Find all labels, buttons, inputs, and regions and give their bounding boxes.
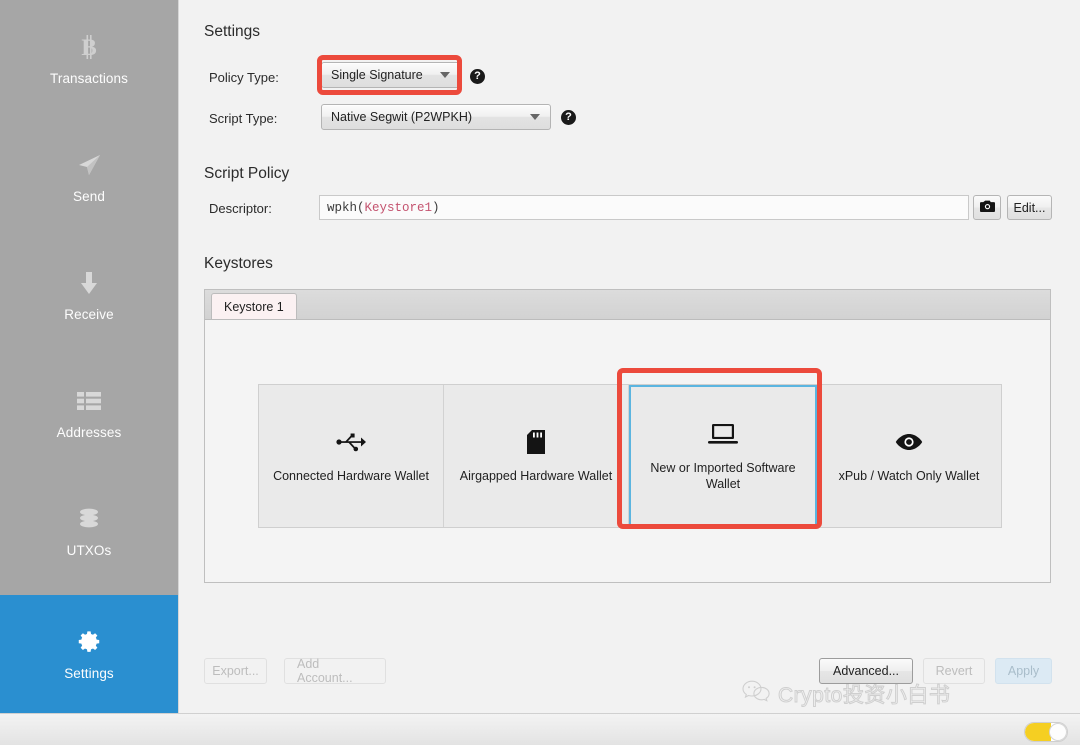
sidebar-item-settings[interactable]: Settings — [0, 595, 178, 713]
sidebar-item-label: Send — [73, 188, 105, 204]
policy-type-label: Policy Type: — [209, 70, 279, 85]
script-type-label: Script Type: — [209, 111, 278, 126]
sidebar-item-addresses[interactable]: Addresses — [0, 354, 178, 472]
sdcard-icon — [527, 427, 545, 457]
page-title: Settings — [204, 23, 261, 40]
script-type-help-icon[interactable]: ? — [561, 110, 576, 125]
bitcoin-icon: B — [75, 33, 103, 61]
card-airgapped-hardware-wallet[interactable]: Airgapped Hardware Wallet — [444, 385, 629, 527]
toggle-track-on — [1025, 723, 1051, 741]
descriptor-input[interactable]: wpkh(Keystore1) — [319, 195, 969, 220]
status-bar — [0, 713, 1080, 745]
app-window: B Transactions Send Receive Addresses UT… — [0, 0, 1080, 745]
descriptor-edit-button[interactable]: Edit... — [1007, 195, 1052, 220]
policy-type-help-icon[interactable]: ? — [470, 69, 485, 84]
descriptor-suffix: ) — [432, 200, 440, 215]
svg-text:B: B — [81, 35, 96, 60]
sidebar: B Transactions Send Receive Addresses UT… — [0, 0, 178, 713]
policy-type-dropdown[interactable]: Single Signature — [321, 62, 461, 88]
descriptor-prefix: wpkh( — [327, 200, 365, 215]
laptop-icon — [707, 419, 739, 449]
card-label: xPub / Watch Only Wallet — [838, 469, 980, 484]
descriptor-label: Descriptor: — [209, 201, 272, 216]
sidebar-item-label: Transactions — [50, 70, 128, 86]
gear-icon — [75, 628, 103, 656]
card-label: New or Imported Software Wallet — [650, 461, 796, 491]
sidebar-item-label: UTXOs — [66, 542, 112, 558]
receive-icon — [75, 269, 103, 297]
chevron-down-icon — [440, 72, 450, 78]
sidebar-item-label: Receive — [64, 306, 114, 322]
main-content: Settings Policy Type: Single Signature ?… — [178, 0, 1080, 713]
keystores-panel: Keystore 1 Connected Hardware Wallet Air… — [204, 289, 1051, 583]
sidebar-item-label: Addresses — [56, 424, 122, 440]
script-type-dropdown[interactable]: Native Segwit (P2WPKH) — [321, 104, 551, 130]
theme-toggle[interactable] — [1024, 722, 1068, 742]
tab-label: Keystore 1 — [224, 299, 284, 314]
card-new-or-imported-software-wallet[interactable]: New or Imported Software Wallet — [629, 385, 817, 527]
sidebar-item-send[interactable]: Send — [0, 118, 178, 236]
export-button[interactable]: Export... — [204, 658, 267, 684]
camera-icon — [979, 200, 995, 215]
usb-icon — [336, 427, 366, 457]
descriptor-camera-button[interactable] — [973, 195, 1001, 220]
add-account-button[interactable]: Add Account... — [284, 657, 386, 685]
send-icon — [75, 151, 103, 179]
card-connected-hardware-wallet[interactable]: Connected Hardware Wallet — [259, 385, 444, 527]
descriptor-key: Keystore1 — [364, 200, 433, 215]
apply-button[interactable]: Apply — [995, 658, 1052, 684]
tab-keystore-1[interactable]: Keystore 1 — [211, 293, 297, 319]
wallet-type-card-row: Connected Hardware Wallet Airgapped Hard… — [258, 384, 1002, 528]
card-label: Airgapped Hardware Wallet — [459, 469, 613, 484]
sidebar-item-receive[interactable]: Receive — [0, 236, 178, 354]
toggle-knob — [1049, 723, 1067, 741]
keystore-tabbar: Keystore 1 — [205, 290, 1050, 320]
card-label: Connected Hardware Wallet — [273, 469, 429, 484]
policy-type-value: Single Signature — [331, 68, 423, 82]
sidebar-item-transactions[interactable]: B Transactions — [0, 0, 178, 118]
revert-button[interactable]: Revert — [923, 658, 985, 684]
keystores-title: Keystores — [204, 255, 273, 272]
script-policy-title: Script Policy — [204, 165, 290, 182]
script-type-value: Native Segwit (P2WPKH) — [331, 110, 473, 124]
eye-icon — [895, 427, 923, 457]
chevron-down-icon — [530, 114, 540, 120]
advanced-button[interactable]: Advanced... — [819, 658, 913, 684]
coins-icon — [75, 505, 103, 533]
sidebar-item-label: Settings — [64, 665, 114, 681]
list-icon — [75, 387, 103, 415]
card-xpub-watch-only-wallet[interactable]: xPub / Watch Only Wallet — [817, 385, 1001, 527]
sidebar-item-utxos[interactable]: UTXOs — [0, 472, 178, 590]
